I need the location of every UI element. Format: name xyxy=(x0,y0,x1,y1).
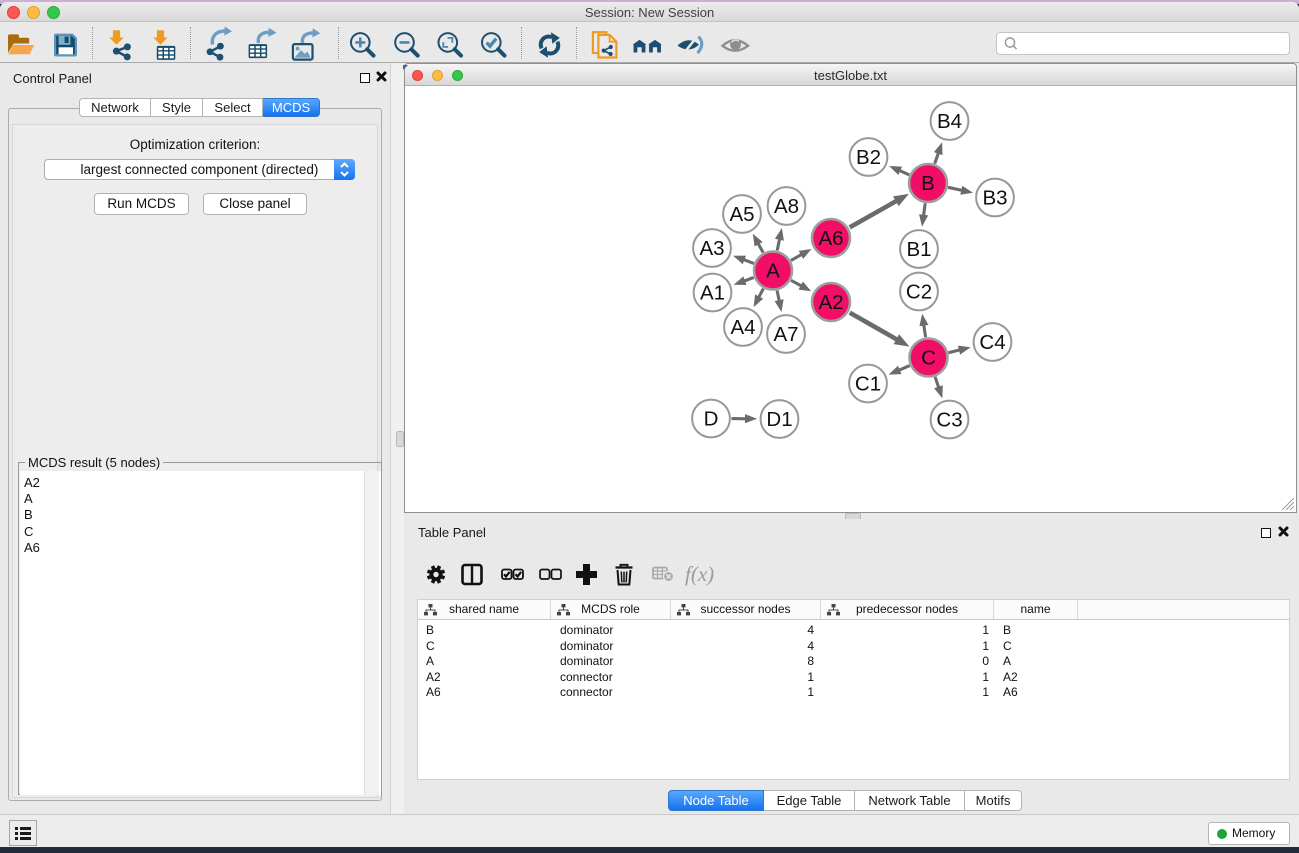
svg-text:A: A xyxy=(766,259,780,282)
svg-text:B3: B3 xyxy=(982,186,1007,209)
svg-text:A1: A1 xyxy=(700,281,725,304)
svg-text:A6: A6 xyxy=(818,227,843,250)
svg-text:B2: B2 xyxy=(856,146,881,169)
svg-text:C2: C2 xyxy=(906,280,932,303)
svg-text:D1: D1 xyxy=(766,408,792,431)
svg-text:C3: C3 xyxy=(936,408,962,431)
svg-text:C1: C1 xyxy=(855,372,881,395)
svg-text:C: C xyxy=(921,346,936,369)
svg-text:B: B xyxy=(921,172,935,195)
svg-text:A4: A4 xyxy=(730,316,755,339)
svg-text:A7: A7 xyxy=(773,323,798,346)
svg-text:f(x): f(x) xyxy=(685,562,714,586)
svg-text:A2: A2 xyxy=(818,291,843,314)
svg-text:A3: A3 xyxy=(699,237,724,260)
svg-text:D: D xyxy=(704,407,719,430)
svg-text:C4: C4 xyxy=(979,331,1005,354)
svg-text:A5: A5 xyxy=(729,203,754,226)
svg-text:B4: B4 xyxy=(937,110,962,133)
svg-text:A8: A8 xyxy=(774,195,799,218)
svg-text:B1: B1 xyxy=(906,238,931,261)
